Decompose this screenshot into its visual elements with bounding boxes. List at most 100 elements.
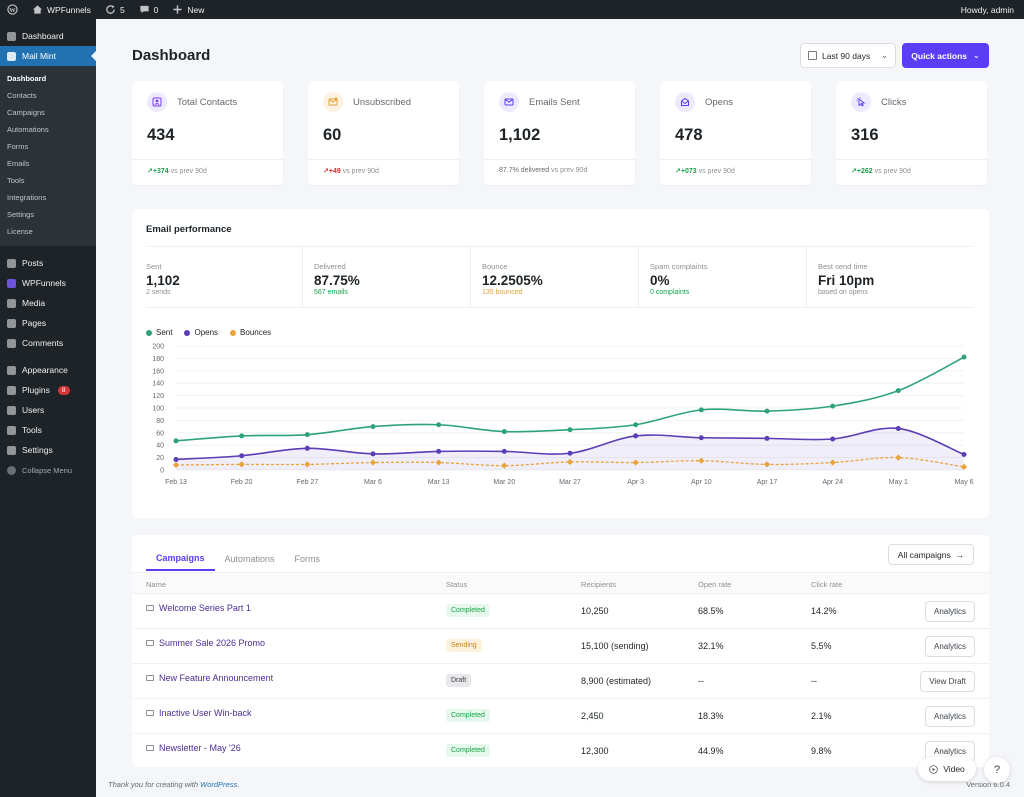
- x-tick-label: Apr 17: [757, 479, 778, 486]
- column-header-status[interactable]: Status: [446, 580, 467, 589]
- footer-thanks-text: Thank you for creating with: [108, 780, 201, 789]
- legend-item-sent[interactable]: Sent: [146, 328, 172, 337]
- date-range-select[interactable]: Last 90 days ⌄: [800, 43, 896, 68]
- metric-sub: based on opens: [818, 289, 868, 296]
- menu-dashboard[interactable]: Dashboard: [0, 26, 96, 46]
- stat-label: Total Contacts: [177, 97, 238, 108]
- legend-item-opens[interactable]: Opens: [184, 328, 218, 337]
- analytics-button[interactable]: Analytics: [924, 601, 975, 622]
- submenu-automations[interactable]: Automations: [0, 121, 96, 138]
- campaign-name-link[interactable]: Inactive User Win-back: [146, 708, 252, 718]
- menu-settings[interactable]: Settings: [0, 440, 96, 460]
- submenu-settings[interactable]: Settings: [0, 206, 96, 223]
- menu-users[interactable]: Users: [0, 400, 96, 420]
- campaign-name-link[interactable]: Summer Sale 2026 Promo: [146, 638, 265, 648]
- x-tick-label: Feb 13: [165, 479, 187, 486]
- menu-pages[interactable]: Pages: [0, 313, 96, 333]
- open-rate: 18.3%: [698, 711, 724, 721]
- column-header-open-rate[interactable]: Open rate: [698, 580, 731, 589]
- submenu-license[interactable]: License: [0, 223, 96, 240]
- legend-item-bounces[interactable]: Bounces: [230, 328, 271, 337]
- column-header-name[interactable]: Name: [146, 580, 166, 589]
- menu-label: Tools: [22, 425, 42, 435]
- help-button[interactable]: ?: [984, 757, 1010, 783]
- wordpress-icon: W: [7, 4, 18, 15]
- campaign-name: Welcome Series Part 1: [159, 603, 251, 613]
- x-tick-label: Apr 3: [627, 479, 644, 486]
- campaigns-card: Campaigns Automations Forms All campaign…: [132, 535, 989, 767]
- campaign-name: Summer Sale 2026 Promo: [159, 638, 266, 648]
- submenu-dashboard[interactable]: Dashboard: [0, 70, 96, 87]
- video-label: Video: [943, 764, 965, 774]
- data-point-sent: [633, 422, 639, 428]
- campaign-name-link[interactable]: New Feature Announcement: [146, 673, 273, 683]
- menu-comments[interactable]: Comments: [0, 333, 96, 353]
- metric-sub: 135 bounced: [482, 289, 523, 296]
- metric-spam: Spam complaints 0% 0 complaints: [639, 247, 807, 307]
- menu-media[interactable]: Media: [0, 293, 96, 313]
- mail-icon: [146, 745, 154, 751]
- submenu-integrations[interactable]: Integrations: [0, 189, 96, 206]
- help-icon: ?: [993, 764, 1001, 776]
- submenu-emails[interactable]: Emails: [0, 155, 96, 172]
- y-tick-label: 120: [152, 393, 164, 400]
- campaign-name-link[interactable]: Newsletter - May '26: [146, 743, 241, 753]
- admin-sidebar: Dashboard Mail Mint Dashboard Contacts C…: [0, 19, 96, 797]
- collapse-menu-button[interactable]: Collapse Menu: [0, 460, 96, 480]
- view-draft-button[interactable]: View Draft: [920, 671, 975, 692]
- video-button[interactable]: Video: [918, 757, 976, 781]
- y-tick-label: 100: [152, 406, 164, 413]
- plus-icon: [173, 5, 183, 14]
- menu-posts[interactable]: Posts: [0, 253, 96, 273]
- site-name-link[interactable]: WPFunnels: [25, 0, 98, 19]
- all-campaigns-button[interactable]: All campaigns →: [888, 544, 974, 565]
- analytics-button[interactable]: Analytics: [924, 636, 975, 657]
- wordpress-logo-button[interactable]: W: [0, 0, 25, 19]
- data-point-opens: [830, 436, 836, 442]
- y-tick-label: 140: [152, 381, 164, 388]
- wrench-icon: [7, 425, 16, 435]
- x-tick-label: Feb 27: [296, 479, 318, 486]
- calendar-icon: [808, 51, 817, 60]
- analytics-button[interactable]: Analytics: [924, 706, 975, 727]
- menu-label: Pages: [22, 318, 47, 328]
- quick-actions-button[interactable]: Quick actions ⌄: [902, 43, 989, 68]
- campaign-name-link[interactable]: Welcome Series Part 1: [146, 603, 251, 613]
- wordpress-link[interactable]: WordPress: [200, 780, 237, 789]
- column-header-recipients[interactable]: Recipients: [581, 580, 616, 589]
- tab-campaigns[interactable]: Campaigns: [146, 547, 215, 571]
- stat-delta: +073: [680, 168, 697, 175]
- x-tick-label: Apr 24: [822, 479, 843, 486]
- tab-forms[interactable]: Forms: [285, 547, 331, 571]
- menu-label: Mail Mint: [22, 51, 57, 61]
- new-content-link[interactable]: New: [165, 0, 211, 19]
- metric-label: Sent: [146, 262, 162, 271]
- metric-value: 12.2505%: [482, 273, 543, 288]
- tab-automations[interactable]: Automations: [215, 547, 285, 571]
- account-menu[interactable]: Howdy, admin: [954, 0, 1024, 19]
- table-row: Welcome Series Part 1 Completed 10,250 6…: [132, 594, 989, 629]
- open-rate: 68.5%: [698, 606, 724, 616]
- menu-tools[interactable]: Tools: [0, 420, 96, 440]
- menu-plugins[interactable]: Plugins 8: [0, 380, 96, 400]
- menu-mail-mint[interactable]: Mail Mint: [0, 46, 96, 66]
- submenu-forms[interactable]: Forms: [0, 138, 96, 155]
- column-header-click-rate[interactable]: Click rate: [811, 580, 842, 589]
- chevron-down-icon: ⌄: [881, 51, 888, 60]
- data-point-opens: [633, 433, 639, 439]
- data-point-sent: [173, 438, 179, 444]
- page-title: Dashboard: [132, 47, 211, 64]
- submenu-contacts[interactable]: Contacts: [0, 87, 96, 104]
- data-point-opens: [961, 452, 967, 457]
- collapse-label: Collapse Menu: [22, 465, 73, 475]
- menu-appearance[interactable]: Appearance: [0, 360, 96, 380]
- admin-bar: W WPFunnels 5 0 New Howdy, admin: [0, 0, 1024, 19]
- stat-label: Clicks: [881, 97, 907, 108]
- comments-link[interactable]: 0: [132, 0, 166, 19]
- stat-value: 434: [147, 126, 175, 144]
- submenu-tools[interactable]: Tools: [0, 172, 96, 189]
- menu-wpfunnels[interactable]: WPFunnels: [0, 273, 96, 293]
- submenu-campaigns[interactable]: Campaigns: [0, 104, 96, 121]
- email-icon: [499, 92, 519, 112]
- updates-link[interactable]: 5: [98, 0, 132, 19]
